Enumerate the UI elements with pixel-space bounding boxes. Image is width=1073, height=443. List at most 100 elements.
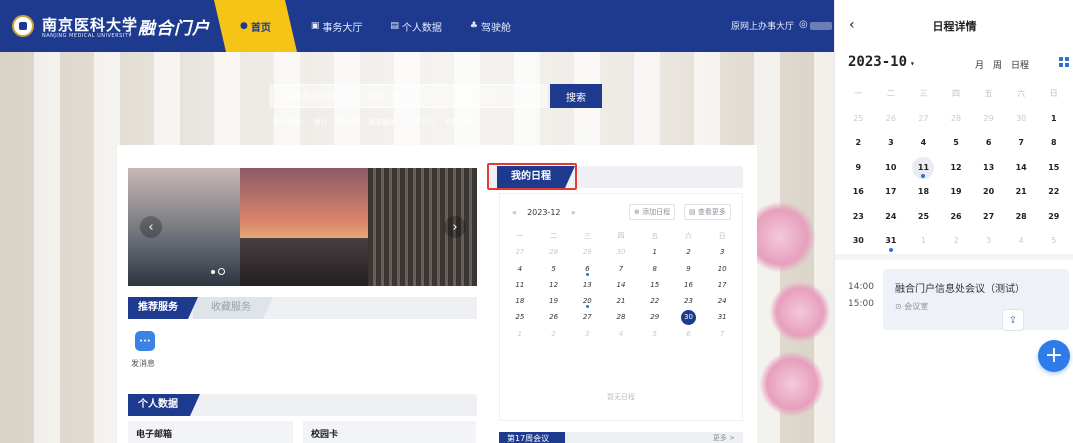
calendar-day[interactable]: 12 <box>940 156 973 181</box>
carousel-dot[interactable] <box>211 269 215 274</box>
calendar-day[interactable]: 27 <box>972 205 1005 230</box>
calendar-day[interactable]: 20 <box>972 180 1005 205</box>
service-label[interactable]: 发消息 <box>131 358 155 369</box>
calendar-day[interactable]: 2 <box>842 131 875 156</box>
calendar-day[interactable]: 4 <box>503 261 537 277</box>
calendar-day[interactable]: 22 <box>1037 180 1070 205</box>
calendar-day[interactable]: 14 <box>604 277 638 293</box>
history-item[interactable]: 采购管理 <box>444 117 472 127</box>
calendar-day[interactable]: 28 <box>1005 205 1038 230</box>
calendar-day[interactable]: 1 <box>1037 107 1070 132</box>
calendar-day[interactable]: 9 <box>672 261 706 277</box>
calendar-day[interactable]: 3 <box>570 326 604 342</box>
carousel-prev-icon[interactable]: ‹ <box>140 216 162 238</box>
nav-service-hall[interactable]: ▣ 事务大厅 <box>297 0 377 52</box>
calendar-day[interactable]: 30 <box>672 309 706 326</box>
calendar-day[interactable]: 11 <box>907 156 940 181</box>
calendar-day[interactable]: 13 <box>570 277 604 293</box>
calendar-day[interactable]: 2 <box>537 326 571 342</box>
calendar-day[interactable]: 1 <box>503 326 537 342</box>
calendar-day[interactable]: 3 <box>705 244 739 260</box>
calendar-day[interactable]: 5 <box>1037 229 1070 254</box>
calendar-day[interactable]: 30 <box>1005 107 1038 132</box>
news-carousel[interactable] <box>128 168 477 286</box>
calendar-day[interactable]: 17 <box>875 180 908 205</box>
carousel-indicator[interactable] <box>211 268 225 275</box>
calendar-day[interactable]: 25 <box>907 205 940 230</box>
calendar-day[interactable]: 4 <box>907 131 940 156</box>
search-button[interactable]: 搜索 <box>550 84 602 108</box>
view-more-button[interactable]: ▤ 查看更多 <box>684 204 731 220</box>
calendar-day[interactable]: 4 <box>604 326 638 342</box>
calendar-day[interactable]: 10 <box>875 156 908 181</box>
add-schedule-button[interactable]: ⊕ 添加日程 <box>629 204 676 220</box>
nav-cockpit[interactable]: ♣ 驾驶舱 <box>456 0 525 52</box>
calendar-day[interactable]: 1 <box>638 244 672 260</box>
prev-month-icon[interactable]: « <box>512 208 517 217</box>
user-name-masked[interactable] <box>810 22 832 30</box>
view-month[interactable]: 月 <box>975 58 984 71</box>
calendar-day[interactable]: 29 <box>972 107 1005 132</box>
calendar-day[interactable]: 27 <box>503 244 537 260</box>
calendar-day[interactable]: 5 <box>638 326 672 342</box>
calendar-day[interactable]: 21 <box>604 293 638 309</box>
calendar-day[interactable]: 29 <box>570 244 604 260</box>
tab-weekly-meetings[interactable]: 第17周会议 <box>499 432 565 443</box>
calendar-day[interactable]: 2 <box>672 244 706 260</box>
calendar-day[interactable]: 9 <box>842 156 875 181</box>
calendar-day[interactable]: 8 <box>638 261 672 277</box>
user-icon[interactable]: ◎ <box>799 19 808 30</box>
meetings-more-link[interactable]: 更多 > <box>713 433 735 443</box>
history-item[interactable]: 银行 <box>313 117 327 127</box>
calendar-day[interactable]: 28 <box>940 107 973 132</box>
calendar-day[interactable]: 10 <box>705 261 739 277</box>
calendar-day[interactable]: 23 <box>842 205 875 230</box>
view-week[interactable]: 周 <box>993 58 1002 71</box>
month-selector[interactable]: 2023-10 ▾ <box>848 54 915 70</box>
calendar-day[interactable]: 22 <box>638 293 672 309</box>
calendar-day[interactable]: 29 <box>1037 205 1070 230</box>
calendar-day[interactable]: 2 <box>940 229 973 254</box>
calendar-day[interactable]: 7 <box>1005 131 1038 156</box>
calendar-day[interactable]: 23 <box>672 293 706 309</box>
carousel-next-icon[interactable]: › <box>444 216 466 238</box>
calendar-day[interactable]: 15 <box>638 277 672 293</box>
calendar-day[interactable]: 15 <box>1037 156 1070 181</box>
add-event-button[interactable]: + <box>1038 340 1070 372</box>
calendar-day[interactable]: 29 <box>638 309 672 325</box>
calendar-day[interactable]: 11 <box>503 277 537 293</box>
calendar-day[interactable]: 19 <box>940 180 973 205</box>
calendar-day[interactable]: 1 <box>907 229 940 254</box>
calendar-day[interactable]: 6 <box>570 261 604 277</box>
calendar-day[interactable]: 8 <box>1037 131 1070 156</box>
calendar-day[interactable]: 24 <box>705 293 739 309</box>
calendar-day[interactable]: 30 <box>842 229 875 254</box>
calendar-day[interactable]: 28 <box>537 244 571 260</box>
next-month-icon[interactable]: » <box>571 208 576 217</box>
calendar-day[interactable]: 14 <box>1005 156 1038 181</box>
nav-personal-data[interactable]: ▤ 个人数据 <box>376 0 456 52</box>
calendar-day[interactable]: 30 <box>604 244 638 260</box>
calendar-day[interactable]: 28 <box>604 309 638 325</box>
calendar-day[interactable]: 25 <box>503 309 537 325</box>
calendar-day[interactable]: 31 <box>705 309 739 325</box>
calendar-day[interactable]: 19 <box>537 293 571 309</box>
event-card[interactable]: 融合门户信息处会议（测试） ⊙ 会议室 <box>883 269 1069 330</box>
calendar-day[interactable]: 17 <box>705 277 739 293</box>
search-input[interactable]: 总部化项目立项、申报、验收、资助 <box>270 84 547 108</box>
calendar-day[interactable]: 3 <box>875 131 908 156</box>
grid-icon[interactable] <box>1059 57 1069 67</box>
calendar-day[interactable]: 7 <box>705 326 739 342</box>
tab-personal-data[interactable]: 个人数据 <box>128 394 200 416</box>
carousel-dot-active[interactable] <box>218 268 225 275</box>
calendar-day[interactable]: 26 <box>940 205 973 230</box>
calendar-day[interactable]: 13 <box>972 156 1005 181</box>
history-item[interactable]: 图书馆 <box>337 117 358 127</box>
calendar-day[interactable]: 16 <box>842 180 875 205</box>
nav-home[interactable]: ● 首页 <box>214 0 297 52</box>
calendar-day[interactable]: 27 <box>570 309 604 325</box>
calendar-day[interactable]: 31 <box>875 229 908 254</box>
calendar-day[interactable]: 18 <box>503 293 537 309</box>
tab-recommended-services[interactable]: 推荐服务 <box>128 297 198 319</box>
online-hall-link[interactable]: 原网上办事大厅 <box>731 19 794 32</box>
